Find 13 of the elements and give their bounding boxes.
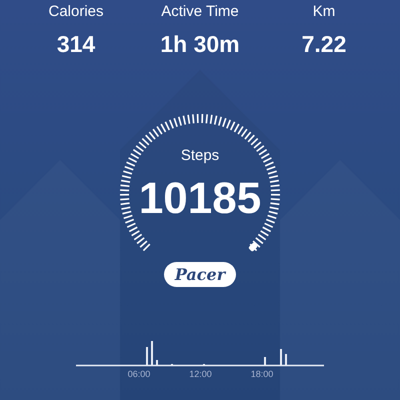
stat-label: Km (312, 2, 336, 22)
stat-label: Active Time (161, 2, 239, 22)
stat-label: Calories (48, 2, 104, 22)
axis-label: 12:00 (189, 369, 212, 379)
axis-label: 06:00 (128, 369, 150, 379)
steps-label: Steps (180, 147, 220, 165)
stat-value: 1h 30m (160, 30, 240, 58)
pacer-logo: Pacer (164, 262, 236, 287)
steps-count: 10185 (138, 175, 262, 223)
stat-value: 314 (56, 30, 96, 58)
stat-value: 7.22 (302, 30, 346, 58)
gauge-end-marker (248, 242, 258, 252)
axis-label: 18:00 (250, 369, 274, 379)
